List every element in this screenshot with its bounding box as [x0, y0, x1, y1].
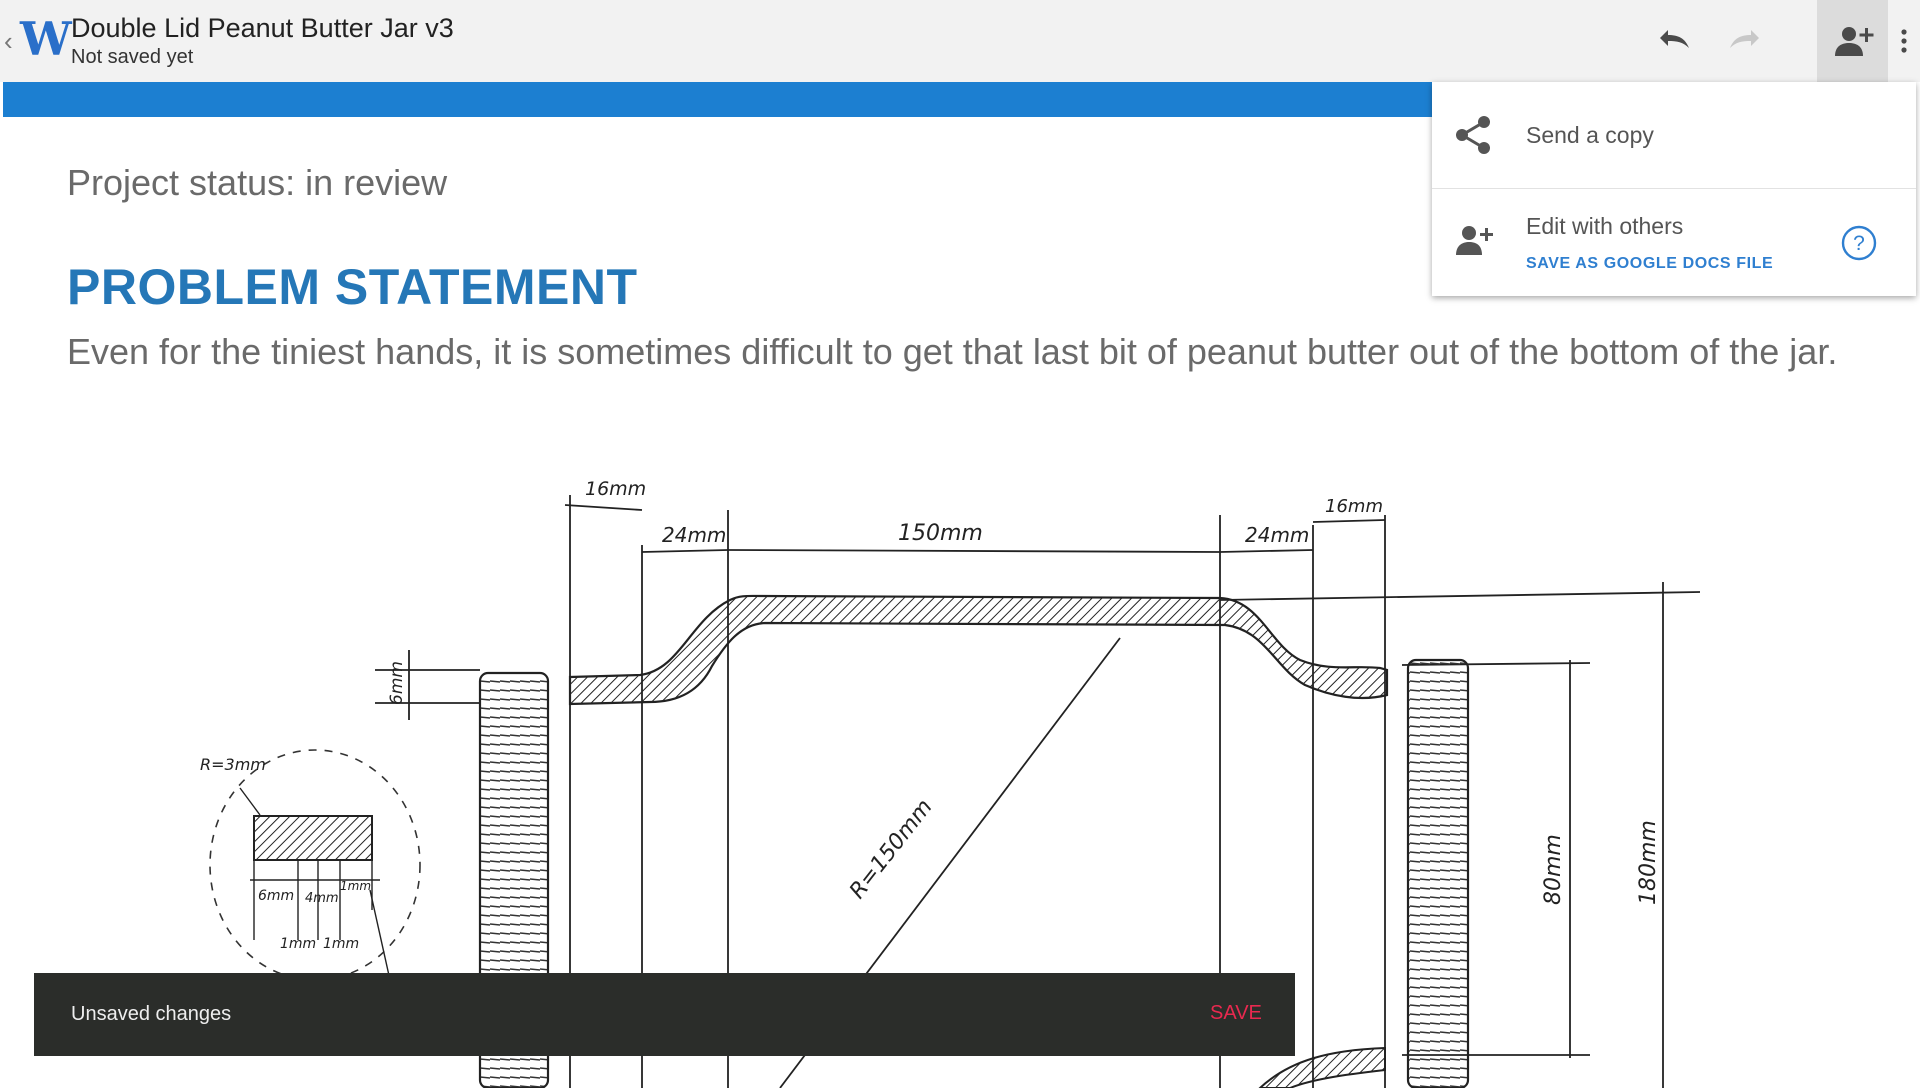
problem-heading: PROBLEM STATEMENT — [67, 259, 638, 315]
undo-button[interactable] — [1637, 0, 1709, 82]
app-bar: ‹ W Double Lid Peanut Butter Jar v3 Not … — [0, 0, 1920, 82]
dim-detail-d: 1mm — [323, 936, 359, 952]
share-button[interactable] — [1817, 0, 1888, 82]
share-menu: Send a copy Edit with others SAVE AS GOO… — [1432, 82, 1916, 296]
share-icon — [1456, 116, 1490, 154]
more-options-button[interactable] — [1888, 0, 1920, 82]
dim-body-length: 150mm — [898, 521, 983, 546]
dim-radius: R=150mm — [845, 795, 938, 904]
add-person-icon — [1456, 226, 1493, 255]
redo-button[interactable] — [1710, 0, 1782, 82]
accent-strip — [3, 82, 1433, 117]
snackbar-message: Unsaved changes — [71, 1003, 232, 1025]
dim-neck-height: 80mm — [1541, 834, 1566, 905]
svg-text:?: ? — [1853, 232, 1865, 255]
dim-detail-radius: R=3mm — [200, 755, 266, 774]
help-circle-icon[interactable]: ? — [1839, 223, 1879, 263]
send-copy-item[interactable]: Send a copy — [1432, 82, 1916, 189]
dim-detail-a: 6mm — [258, 888, 294, 904]
dim-lid-width-right: 16mm — [1325, 496, 1383, 517]
back-chevron-icon[interactable]: ‹ — [4, 26, 16, 56]
add-person-icon — [1834, 27, 1873, 56]
save-button[interactable]: SAVE — [1210, 1002, 1262, 1025]
dim-shoulder-left: 24mm — [662, 523, 726, 547]
edit-with-others-label: Edit with others — [1526, 213, 1684, 239]
problem-body: Even for the tiniest hands, it is someti… — [67, 331, 1838, 372]
dim-detail-b: 1mm — [280, 936, 316, 952]
edit-with-others-item[interactable]: Edit with others SAVE AS GOOGLE DOCS FIL… — [1432, 189, 1916, 296]
save-status: Not saved yet — [71, 46, 194, 68]
project-status: Project status: in review — [67, 162, 448, 203]
dim-wall: 6mm — [387, 661, 407, 705]
save-as-google-docs-link[interactable]: SAVE AS GOOGLE DOCS FILE — [1526, 255, 1773, 273]
more-vertical-icon — [1901, 29, 1907, 53]
dim-detail-e: 1mm — [340, 879, 371, 893]
dim-shoulder-right: 24mm — [1245, 523, 1309, 547]
app-logo[interactable]: W — [20, 14, 72, 64]
unsaved-snackbar: Unsaved changes SAVE — [34, 973, 1295, 1056]
dim-body-height: 180mm — [1636, 820, 1661, 905]
send-copy-label: Send a copy — [1526, 122, 1654, 148]
undo-icon — [1660, 30, 1689, 48]
redo-icon — [1730, 30, 1759, 48]
document-title[interactable]: Double Lid Peanut Butter Jar v3 — [71, 13, 454, 44]
dim-lid-width: 16mm — [585, 478, 646, 500]
dim-detail-c: 4mm — [305, 891, 339, 906]
